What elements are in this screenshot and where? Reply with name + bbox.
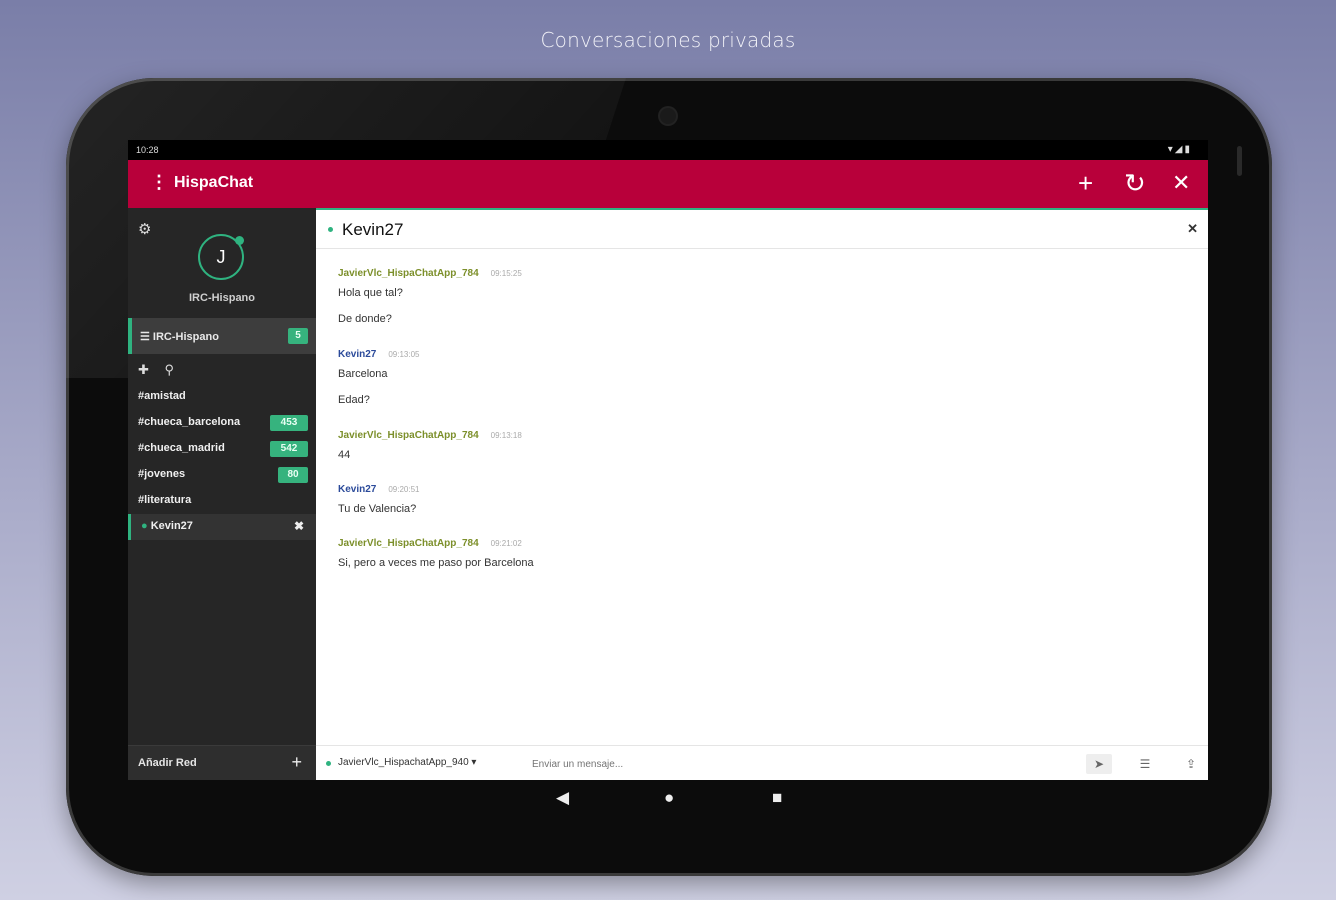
- status-bar: 10:28 ▾◢▮: [128, 140, 1208, 160]
- close-chat-icon[interactable]: ✕: [1187, 221, 1198, 237]
- app-title: HispaChat: [174, 174, 254, 191]
- upload-icon[interactable]: ⇪: [1178, 754, 1204, 774]
- home-icon[interactable]: ●: [664, 788, 674, 808]
- channel-item[interactable]: #jovenes 80: [128, 462, 316, 488]
- nick-selector[interactable]: JavierVlc_HispachatApp_940 ▾: [338, 757, 476, 768]
- join-channel-icon[interactable]: ✚: [138, 362, 149, 377]
- message-line: De donde?: [338, 313, 392, 325]
- channel-item[interactable]: #chueca_madrid 542: [128, 436, 316, 462]
- message-author: JavierVlc_HispaChatApp_784 09:13:18: [338, 430, 522, 441]
- search-icon[interactable]: ⚲: [165, 362, 175, 377]
- channel-item[interactable]: #amistad: [128, 384, 316, 410]
- message-time: 09:20:51: [388, 485, 420, 494]
- camera: [660, 108, 676, 124]
- online-status-dot: [235, 236, 244, 245]
- message: JavierVlc_HispaChatApp_784 09:13:18 44: [338, 430, 522, 461]
- message: JavierVlc_HispaChatApp_784 09:21:02 Si, p…: [338, 538, 534, 569]
- message-time: 09:15:25: [490, 269, 522, 278]
- add-network-plus-icon[interactable]: +: [291, 752, 302, 773]
- caption: Conversaciones privadas: [540, 28, 796, 52]
- add-icon[interactable]: +: [1078, 168, 1093, 198]
- message-line: Tu de Valencia?: [338, 503, 417, 515]
- channel-name: #amistad: [138, 390, 186, 402]
- gear-icon[interactable]: ⚙: [138, 220, 151, 238]
- online-dot: [326, 761, 331, 766]
- app-toolbar: ⋮ HispaChat + ↻ ✕: [128, 160, 1208, 208]
- message-line: Si, pero a veces me paso por Barcelona: [338, 557, 534, 569]
- online-dot: [328, 227, 333, 232]
- screen: 10:28 ▾◢▮ ⋮ HispaChat + ↻ ✕ ⚙ J IRC-Hisp…: [128, 140, 1208, 780]
- message-time: 09:13:05: [388, 350, 420, 359]
- add-network-label: Añadir Red: [138, 757, 197, 769]
- composer-bar: JavierVlc_HispachatApp_940 ▾ ➤ ☰ ⇪: [316, 745, 1208, 780]
- avatar-letter: J: [216, 247, 226, 267]
- message: Kevin27 09:13:05 Barcelona Edad?: [338, 349, 420, 406]
- tablet-frame: 10:28 ▾◢▮ ⋮ HispaChat + ↻ ✕ ⚙ J IRC-Hisp…: [66, 78, 1272, 876]
- sidebar: ⚙ J IRC-Hispano ☰ IRC-Hispano 5 ✚ ⚲ #ami…: [128, 208, 316, 780]
- add-network-bar[interactable]: Añadir Red +: [128, 745, 316, 780]
- channel-name: #jovenes: [138, 468, 186, 480]
- channel-badge: 80: [278, 467, 308, 483]
- close-query-icon[interactable]: ✖: [294, 519, 304, 533]
- message-time: 09:13:18: [490, 431, 522, 440]
- android-nav-bar: ◀ ● ■: [128, 786, 1208, 816]
- channel-badge: 453: [270, 415, 308, 431]
- refresh-icon[interactable]: ↻: [1124, 168, 1146, 198]
- channel-name: #chueca_madrid: [138, 442, 225, 454]
- recents-icon[interactable]: ■: [772, 788, 782, 808]
- server-icon: ☰: [140, 331, 153, 343]
- channel-item[interactable]: #chueca_barcelona 453: [128, 410, 316, 436]
- channel-name: #literatura: [138, 494, 192, 506]
- chat-panel: Kevin27 ✕ JavierVlc_HispaChatApp_784 09:1…: [316, 208, 1208, 780]
- list-icon[interactable]: ☰: [1132, 754, 1158, 774]
- overflow-menu-icon[interactable]: ⋮: [150, 172, 168, 193]
- message: JavierVlc_HispaChatApp_784 09:15:25 Hola …: [338, 268, 522, 325]
- channel-name: #chueca_barcelona: [138, 416, 241, 428]
- status-time: 10:28: [136, 145, 159, 155]
- channel-tools: ✚ ⚲: [138, 362, 174, 378]
- network-row[interactable]: ☰ IRC-Hispano 5: [128, 318, 316, 354]
- message-input[interactable]: [530, 754, 1074, 774]
- message-line: Barcelona: [338, 368, 388, 380]
- message-author: JavierVlc_HispaChatApp_784 09:21:02: [338, 538, 522, 549]
- avatar[interactable]: J: [198, 234, 244, 280]
- message-time: 09:21:02: [490, 539, 522, 548]
- chat-header: Kevin27 ✕: [316, 210, 1208, 249]
- back-icon[interactable]: ◀: [556, 788, 569, 808]
- message-line: Edad?: [338, 394, 370, 406]
- chat-title: Kevin27: [342, 220, 404, 239]
- channel-name: ● Kevin27: [141, 520, 193, 532]
- network-row-label: ☰ IRC-Hispano: [140, 331, 219, 343]
- channel-item[interactable]: #literatura: [128, 488, 316, 514]
- message-line: 44: [338, 449, 351, 461]
- message-line: Hola que tal?: [338, 287, 403, 299]
- message: Kevin27 09:20:51 Tu de Valencia?: [338, 484, 420, 515]
- status-icons: ▾◢▮: [1167, 144, 1192, 155]
- message-author: JavierVlc_HispaChatApp_784 09:15:25: [338, 268, 522, 279]
- message-author: Kevin27 09:13:05: [338, 349, 420, 360]
- channel-badge: 542: [270, 441, 308, 457]
- network-badge: 5: [288, 328, 308, 344]
- close-icon[interactable]: ✕: [1172, 168, 1190, 198]
- send-icon[interactable]: ➤: [1086, 754, 1112, 774]
- side-button: [1237, 146, 1242, 176]
- network-name: IRC-Hispano: [189, 292, 255, 304]
- message-author: Kevin27 09:20:51: [338, 484, 420, 495]
- channel-item-active[interactable]: ● Kevin27 ✖: [128, 514, 316, 540]
